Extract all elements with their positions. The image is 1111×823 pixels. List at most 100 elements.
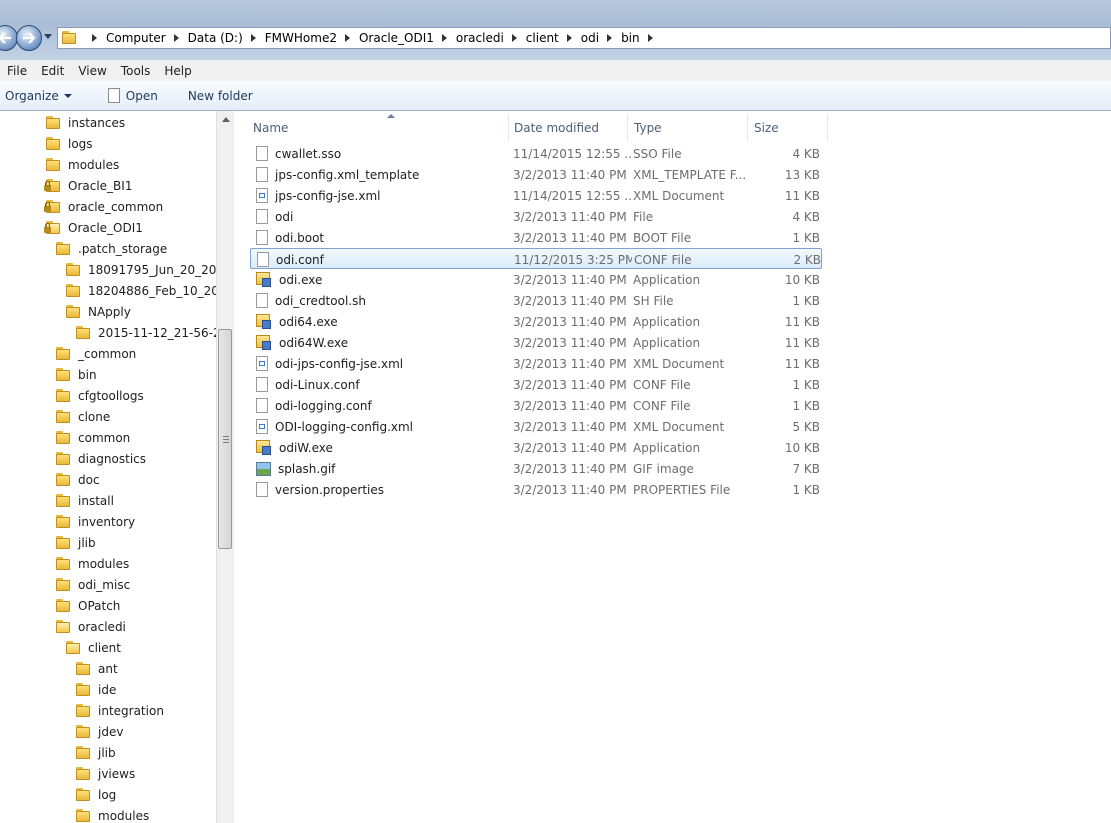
tree-item[interactable]: install: [56, 490, 114, 511]
organize-button[interactable]: Organize: [0, 89, 77, 103]
tree-item[interactable]: jviews: [76, 763, 135, 784]
file-row[interactable]: odi_credtool.sh 3/2/2013 11:40 PM SH File 1…: [250, 290, 822, 311]
breadcrumb-item[interactable]: client: [504, 31, 559, 45]
tree-item[interactable]: oracledi: [56, 616, 126, 637]
tree-item[interactable]: log: [76, 784, 116, 805]
tree-item[interactable]: 18091795_Jun_20_2014_1!: [66, 259, 233, 280]
breadcrumb-item[interactable]: FMWHome2: [243, 31, 337, 45]
menu-view[interactable]: View: [71, 64, 113, 78]
breadcrumb-item[interactable]: odi: [559, 31, 599, 45]
file-size: 13 KB: [784, 167, 820, 182]
file-row[interactable]: odi.exe 3/2/2013 11:40 PM Application 10 KB: [250, 269, 822, 290]
file-row[interactable]: odi64W.exe 3/2/2013 11:40 PM Application 11…: [250, 332, 822, 353]
tree-item[interactable]: client: [66, 637, 121, 658]
tree-item[interactable]: 18204886_Feb_10_2014_1: [66, 280, 233, 301]
tree-item[interactable]: Oracle_BI1: [44, 175, 133, 196]
tree-item-label: Oracle_BI1: [68, 178, 133, 193]
tree-item[interactable]: diagnostics: [56, 448, 146, 469]
tree-item[interactable]: oracle_common: [44, 196, 163, 217]
breadcrumb-end[interactable]: [640, 34, 662, 42]
tree-item[interactable]: modules: [76, 805, 149, 823]
tree-item[interactable]: jdev: [76, 721, 123, 742]
file-row[interactable]: odiW.exe 3/2/2013 11:40 PM Application 10 K…: [250, 437, 822, 458]
tree-item[interactable]: integration: [76, 700, 164, 721]
file-row[interactable]: odi 3/2/2013 11:40 PM File 4 KB: [250, 206, 822, 227]
breadcrumb-item[interactable]: Computer: [84, 31, 166, 45]
tree-item[interactable]: doc: [56, 469, 100, 490]
breadcrumb-item[interactable]: Oracle_ODI1: [337, 31, 434, 45]
chevron-right-icon[interactable]: [511, 34, 517, 42]
tree-item-label: bin: [78, 367, 97, 382]
tree-item[interactable]: odi_misc: [56, 574, 130, 595]
tree-item[interactable]: logs: [46, 133, 93, 154]
chevron-right-icon[interactable]: [173, 34, 179, 42]
file-row[interactable]: odi-jps-config-jse.xml 3/2/2013 11:40 PM X…: [250, 353, 822, 374]
tree-item[interactable]: modules: [46, 154, 119, 175]
file-name-cell: odi-logging.conf: [256, 395, 506, 416]
breadcrumb-item[interactable]: oracledi: [434, 31, 504, 45]
tree-item[interactable]: ide: [76, 679, 116, 700]
file-row[interactable]: jps-config.xml_template 3/2/2013 11:40 PM…: [250, 164, 822, 185]
folder-icon: [66, 304, 82, 319]
file-row[interactable]: version.properties 3/2/2013 11:40 PM PROPE…: [250, 479, 822, 500]
chevron-right-icon[interactable]: [250, 34, 256, 42]
navigation-scrollbar[interactable]: [216, 111, 234, 823]
tree-item[interactable]: modules: [56, 553, 129, 574]
file-row[interactable]: ODI-logging-config.xml 3/2/2013 11:40 PM X…: [250, 416, 822, 437]
chevron-right-icon[interactable]: [344, 34, 350, 42]
file-type: CONF File: [633, 398, 691, 413]
file-row[interactable]: odi.boot 3/2/2013 11:40 PM BOOT File 1 KB: [250, 227, 822, 248]
breadcrumb-item[interactable]: bin: [599, 31, 640, 45]
file-name-cell: odiW.exe: [256, 437, 506, 458]
file-row[interactable]: odi-Linux.conf 3/2/2013 11:40 PM CONF File…: [250, 374, 822, 395]
chevron-right-icon[interactable]: [647, 34, 653, 42]
recent-pages-dropdown-icon[interactable]: [44, 34, 52, 39]
file-row[interactable]: cwallet.sso 11/14/2015 12:55 ... SSO File 4…: [250, 143, 822, 164]
tree-item[interactable]: common: [56, 427, 130, 448]
chevron-right-icon[interactable]: [441, 34, 447, 42]
file-row[interactable]: odi.conf 11/12/2015 3:25 PM CONF File 2 KB: [250, 248, 822, 269]
tree-item[interactable]: clone: [56, 406, 110, 427]
breadcrumb-item[interactable]: Data (D:): [166, 31, 243, 45]
file-row[interactable]: splash.gif 3/2/2013 11:40 PM GIF image 7 KB: [250, 458, 822, 479]
tree-item[interactable]: NApply: [66, 301, 131, 322]
file-type: SH File: [633, 293, 674, 308]
scrollbar-thumb[interactable]: [218, 329, 232, 549]
address-bar[interactable]: Computer Data (D:) FMWHome2 Oracle_ODI1 orac…: [57, 27, 1111, 49]
tree-item[interactable]: jlib: [56, 532, 96, 553]
tree-item[interactable]: bin: [56, 364, 97, 385]
column-header-type[interactable]: Type: [628, 114, 748, 141]
file-row[interactable]: odi64.exe 3/2/2013 11:40 PM Application 11 …: [250, 311, 822, 332]
menu-file[interactable]: File: [0, 64, 34, 78]
tree-item[interactable]: OPatch: [56, 595, 120, 616]
forward-button[interactable]: [16, 25, 42, 51]
menu-help[interactable]: Help: [157, 64, 198, 78]
column-header-name[interactable]: Name: [247, 114, 509, 141]
tree-item[interactable]: _common: [56, 343, 136, 364]
column-header-date[interactable]: Date modified: [508, 114, 628, 141]
scroll-up-arrow-icon[interactable]: [222, 117, 230, 122]
tree-item[interactable]: ant: [76, 658, 118, 679]
menu-tools[interactable]: Tools: [114, 64, 158, 78]
new-folder-button[interactable]: New folder: [183, 89, 258, 103]
file-date: 3/2/2013 11:40 PM: [513, 356, 627, 371]
tree-item[interactable]: .patch_storage: [56, 238, 167, 259]
tree-item[interactable]: Oracle_ODI1: [44, 217, 143, 238]
tree-item[interactable]: inventory: [56, 511, 135, 532]
chevron-right-icon[interactable]: [566, 34, 572, 42]
file-type: GIF image: [633, 461, 694, 476]
column-header-size[interactable]: Size: [748, 114, 828, 141]
file-row[interactable]: jps-config-jse.xml 11/14/2015 12:55 ... XM…: [250, 185, 822, 206]
file-list: Name Date modified Type Size cwallet.sso…: [234, 111, 1111, 823]
tree-item[interactable]: cfgtoollogs: [56, 385, 144, 406]
menu-edit[interactable]: Edit: [34, 64, 71, 78]
tree-item[interactable]: instances: [46, 112, 125, 133]
tree-item[interactable]: jlib: [76, 742, 116, 763]
tree-item[interactable]: 2015-11-12_21-56-26PM: [76, 322, 233, 343]
chevron-right-icon[interactable]: [92, 34, 97, 42]
file-row[interactable]: odi-logging.conf 3/2/2013 11:40 PM CONF Fi…: [250, 395, 822, 416]
file-date: 3/2/2013 11:40 PM: [513, 377, 627, 392]
chevron-right-icon[interactable]: [607, 34, 613, 42]
breadcrumb-label: oracledi: [455, 31, 504, 45]
open-button[interactable]: Open: [103, 88, 163, 103]
